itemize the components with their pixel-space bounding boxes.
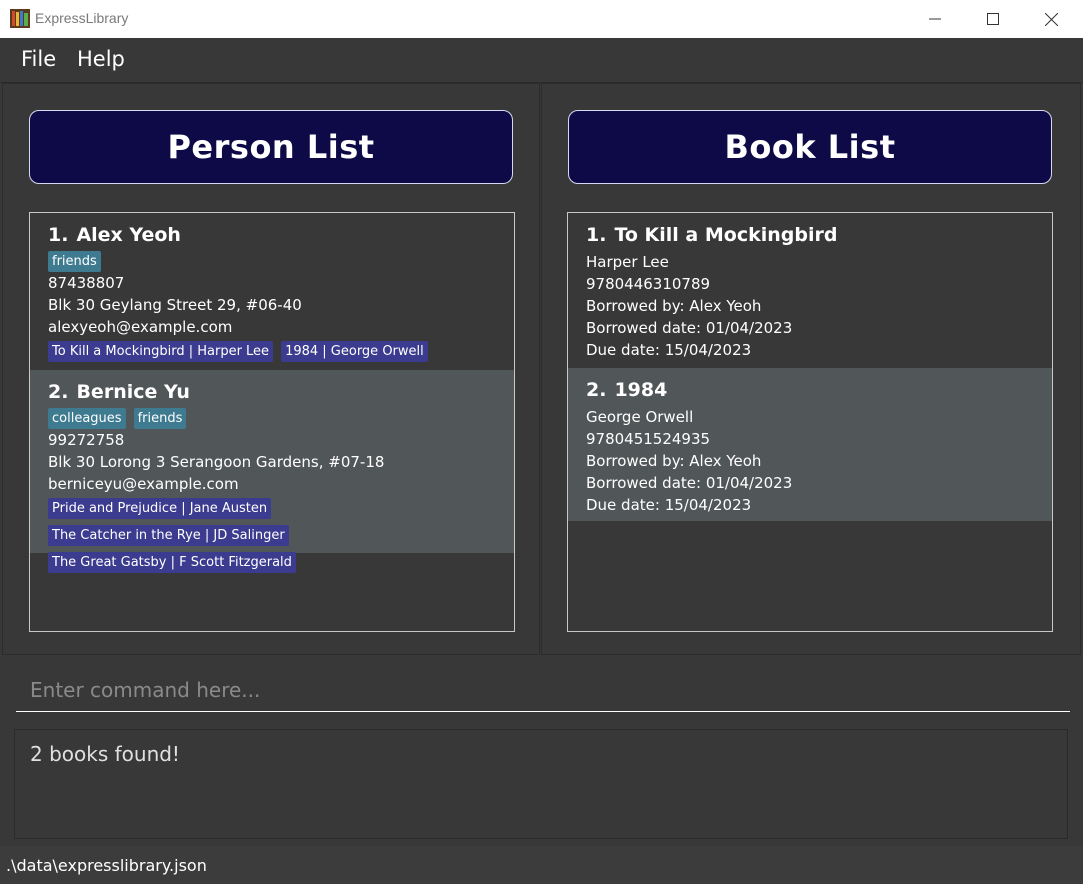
- book-card[interactable]: 2. 1984 George Orwell 9780451524935 Borro…: [568, 368, 1052, 521]
- maximize-button[interactable]: [964, 0, 1022, 38]
- borrowed-book-label: 1984 | George Orwell: [281, 341, 428, 362]
- book-list[interactable]: 1. To Kill a Mockingbird Harper Lee 97804…: [567, 212, 1053, 632]
- book-index: 2.: [586, 379, 607, 401]
- person-list[interactable]: 1. Alex Yeoh friends 87438807 Blk 30 Geyl…: [29, 212, 515, 632]
- close-button[interactable]: [1022, 0, 1080, 38]
- person-email: alexyeoh@example.com: [48, 318, 233, 336]
- title-bar: ExpressLibrary: [0, 0, 1083, 38]
- borrowed-book-label: The Catcher in the Rye | JD Salinger: [48, 525, 289, 546]
- book-title: 1984: [614, 379, 668, 401]
- person-email: berniceyu@example.com: [48, 475, 239, 493]
- book-card[interactable]: 1. To Kill a Mockingbird Harper Lee 97804…: [568, 213, 1052, 368]
- person-name: Alex Yeoh: [76, 224, 181, 246]
- book-due-date: Due date: 15/04/2023: [586, 341, 752, 359]
- book-panel: Book List 1. To Kill a Mockingbird Harper…: [541, 83, 1081, 655]
- person-borrowed-books: To Kill a Mockingbird | Harper Lee 1984 …: [48, 341, 496, 370]
- book-author: Harper Lee: [586, 253, 669, 271]
- command-box: [2, 656, 1081, 720]
- menu-file[interactable]: File: [21, 47, 56, 71]
- book-borrowed-date: Borrowed date: 01/04/2023: [586, 319, 793, 337]
- book-borrowed-date: Borrowed date: 01/04/2023: [586, 474, 793, 492]
- person-list-header: Person List: [29, 110, 513, 184]
- person-card-title: 1. Alex Yeoh: [48, 223, 496, 247]
- book-index: 1.: [586, 224, 607, 246]
- book-author: George Orwell: [586, 408, 694, 426]
- book-card-title: 2. 1984: [586, 378, 1034, 402]
- menu-help[interactable]: Help: [77, 47, 125, 71]
- book-isbn: 9780446310789: [586, 275, 711, 293]
- person-address: Blk 30 Lorong 3 Serangoon Gardens, #07-1…: [48, 453, 385, 471]
- person-name: Bernice Yu: [76, 381, 190, 403]
- book-card-title: 1. To Kill a Mockingbird: [586, 223, 1034, 247]
- book-isbn: 9780451524935: [586, 430, 711, 448]
- borrowed-book-label: Pride and Prejudice | Jane Austen: [48, 498, 272, 519]
- person-card[interactable]: 1. Alex Yeoh friends 87438807 Blk 30 Geyl…: [30, 213, 514, 370]
- minimize-button[interactable]: [906, 0, 964, 38]
- borrowed-book-label: To Kill a Mockingbird | Harper Lee: [48, 341, 274, 362]
- person-tags: friends: [48, 251, 496, 272]
- person-panel: Person List 1. Alex Yeoh friends 87438807…: [2, 83, 540, 655]
- person-phone: 99272758: [48, 431, 125, 449]
- person-card-title: 2. Bernice Yu: [48, 380, 496, 404]
- window-title: ExpressLibrary: [35, 10, 129, 26]
- tag-label: friends: [133, 408, 187, 429]
- status-bar: .\data\expresslibrary.json: [0, 846, 1083, 884]
- person-card[interactable]: 2. Bernice Yu colleagues friends 99272758…: [30, 370, 514, 573]
- command-input[interactable]: [16, 668, 1070, 712]
- book-title: To Kill a Mockingbird: [614, 224, 838, 246]
- person-index: 1.: [48, 224, 69, 246]
- borrowed-book-label: The Great Gatsby | F Scott Fitzgerald: [48, 552, 296, 573]
- minimize-icon: [929, 18, 941, 20]
- save-file-path: .\data\expresslibrary.json: [6, 856, 207, 875]
- maximize-icon: [987, 13, 999, 25]
- close-icon: [1044, 12, 1058, 26]
- person-phone: 87438807: [48, 274, 125, 292]
- person-index: 2.: [48, 381, 69, 403]
- book-list-header: Book List: [568, 110, 1052, 184]
- result-display[interactable]: 2 books found!: [14, 729, 1068, 839]
- book-borrower: Borrowed by: Alex Yeoh: [586, 452, 762, 470]
- person-borrowed-books: Pride and Prejudice | Jane Austen The Ca…: [48, 498, 496, 581]
- book-due-date: Due date: 15/04/2023: [586, 496, 752, 514]
- person-address: Blk 30 Geylang Street 29, #06-40: [48, 296, 302, 314]
- books-icon: [10, 9, 30, 28]
- book-borrower: Borrowed by: Alex Yeoh: [586, 297, 762, 315]
- tag-label: friends: [48, 251, 101, 272]
- person-tags: colleagues friends: [48, 408, 496, 429]
- tag-label: colleagues: [48, 408, 126, 429]
- result-message: 2 books found!: [30, 742, 180, 766]
- menu-bar: File Help: [0, 38, 1083, 83]
